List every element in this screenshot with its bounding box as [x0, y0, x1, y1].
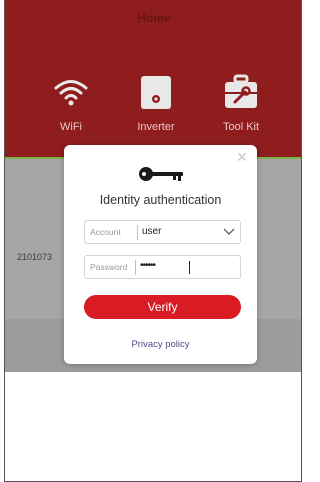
wifi-icon	[54, 80, 88, 106]
account-select[interactable]: Account user	[84, 220, 241, 244]
content-empty-area	[5, 372, 301, 481]
nav-label-inverter: Inverter	[137, 121, 175, 133]
chevron-down-icon[interactable]	[223, 227, 235, 237]
nav-label-wifi: WiFi	[60, 121, 82, 133]
verify-button[interactable]: Verify	[84, 295, 241, 319]
field-separator	[137, 225, 138, 240]
text-cursor	[189, 261, 190, 274]
auth-modal: ✕ Identity authentication Account user P…	[64, 145, 257, 364]
password-value: ••••••	[140, 260, 156, 271]
nav-item-wifi[interactable]: WiFi	[31, 74, 111, 133]
modal-title: Identity authentication	[99, 193, 222, 207]
inverter-icon	[141, 76, 171, 109]
app-header: Home WiFi Inverter Tool Kit	[5, 0, 301, 158]
device-serial: 2101073	[17, 252, 53, 262]
nav-label-toolkit: Tool Kit	[222, 121, 260, 133]
nav-item-inverter[interactable]: Inverter	[116, 74, 196, 133]
key-icon	[139, 167, 183, 181]
password-label: Password	[90, 262, 128, 272]
field-separator	[135, 260, 136, 275]
password-input[interactable]: Password ••••••	[84, 255, 241, 279]
privacy-policy-link[interactable]: Privacy policy	[64, 339, 257, 350]
nav-item-toolkit[interactable]: Tool Kit	[201, 74, 281, 133]
app-frame: Home WiFi Inverter Tool Kit 2101073 ✕ Id…	[4, 0, 302, 482]
close-icon[interactable]: ✕	[235, 150, 249, 164]
account-value: user	[142, 226, 162, 237]
toolkit-icon	[225, 74, 257, 108]
page-title: Home	[137, 11, 171, 25]
account-label: Account	[90, 227, 121, 237]
